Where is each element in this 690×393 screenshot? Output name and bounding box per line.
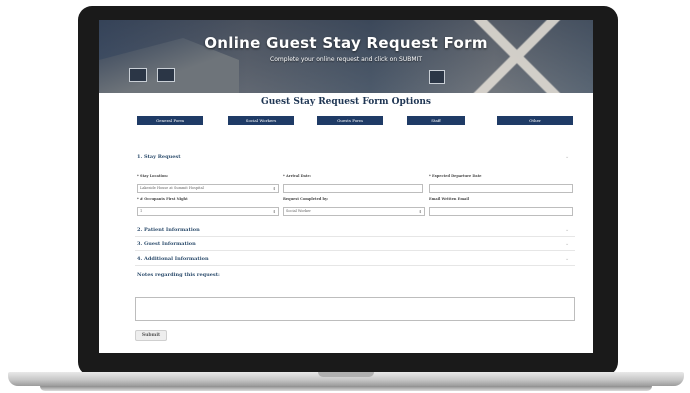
option-button-general[interactable]: General Form — [137, 116, 203, 125]
option-button-staff[interactable]: Staff — [407, 116, 465, 125]
occupants-select[interactable]: 1 ⇕ — [137, 207, 279, 216]
email-label: Email Written Email — [429, 197, 469, 201]
options-heading: Guest Stay Request Form Options — [261, 97, 431, 107]
departure-date-input[interactable] — [429, 184, 573, 193]
departure-date-label: * Expected Departure Date — [429, 174, 482, 178]
select-arrow-icon: ⇕ — [418, 209, 422, 214]
hero-banner: Online Guest Stay Request Form Complete … — [99, 20, 593, 93]
completed-by-select[interactable]: Social Worker ⇕ — [283, 207, 425, 216]
laptop-base-shadow — [40, 386, 652, 391]
section-additional-information[interactable]: 4. Additional Information — [137, 256, 209, 262]
page-subtitle: Complete your online request and click o… — [270, 56, 422, 63]
section-guest-information[interactable]: 3. Guest Information — [137, 241, 196, 247]
laptop-screen: Online Guest Stay Request Form Complete … — [99, 20, 593, 353]
email-input[interactable] — [429, 207, 573, 216]
submit-button[interactable]: Submit — [135, 330, 167, 341]
completed-by-value: Social Worker — [286, 209, 311, 213]
laptop-notch — [318, 372, 374, 377]
section-stay-request[interactable]: 1. Stay Request — [137, 154, 181, 160]
option-button-other[interactable]: Other — [497, 116, 573, 125]
house-window — [129, 68, 147, 82]
option-button-social-workers[interactable]: Social Workers — [228, 116, 294, 125]
divider — [135, 250, 575, 251]
chevron-down-icon[interactable]: ⌄ — [565, 256, 569, 262]
stay-location-value: Lakeside House at Summit Hospital — [140, 186, 204, 190]
notes-textarea[interactable] — [135, 297, 575, 321]
house-window — [157, 68, 175, 82]
arrival-date-label: * Arrival Date: — [283, 174, 312, 178]
divider — [135, 236, 575, 237]
chevron-down-icon[interactable]: ⌄ — [565, 241, 569, 247]
option-button-guests[interactable]: Guests Form — [317, 116, 383, 125]
select-arrow-icon: ⇕ — [272, 186, 276, 191]
chevron-down-icon[interactable]: ⌄ — [565, 154, 569, 160]
page-title: Online Guest Stay Request Form — [204, 34, 488, 52]
completed-by-label: Request Completed by: — [283, 197, 329, 201]
stay-location-select[interactable]: Lakeside House at Summit Hospital ⇕ — [137, 184, 279, 193]
stay-location-label: * Stay Location: — [137, 174, 169, 178]
occupants-label: * # Occupants First Night — [137, 197, 188, 201]
select-arrow-icon: ⇕ — [272, 209, 276, 214]
occupants-value: 1 — [140, 209, 143, 213]
arrival-date-input[interactable] — [283, 184, 423, 193]
section-patient-information[interactable]: 2. Patient Information — [137, 227, 200, 233]
chevron-down-icon[interactable]: ⌄ — [565, 227, 569, 233]
divider — [135, 265, 575, 266]
notes-label: Notes regarding this request: — [137, 272, 220, 278]
